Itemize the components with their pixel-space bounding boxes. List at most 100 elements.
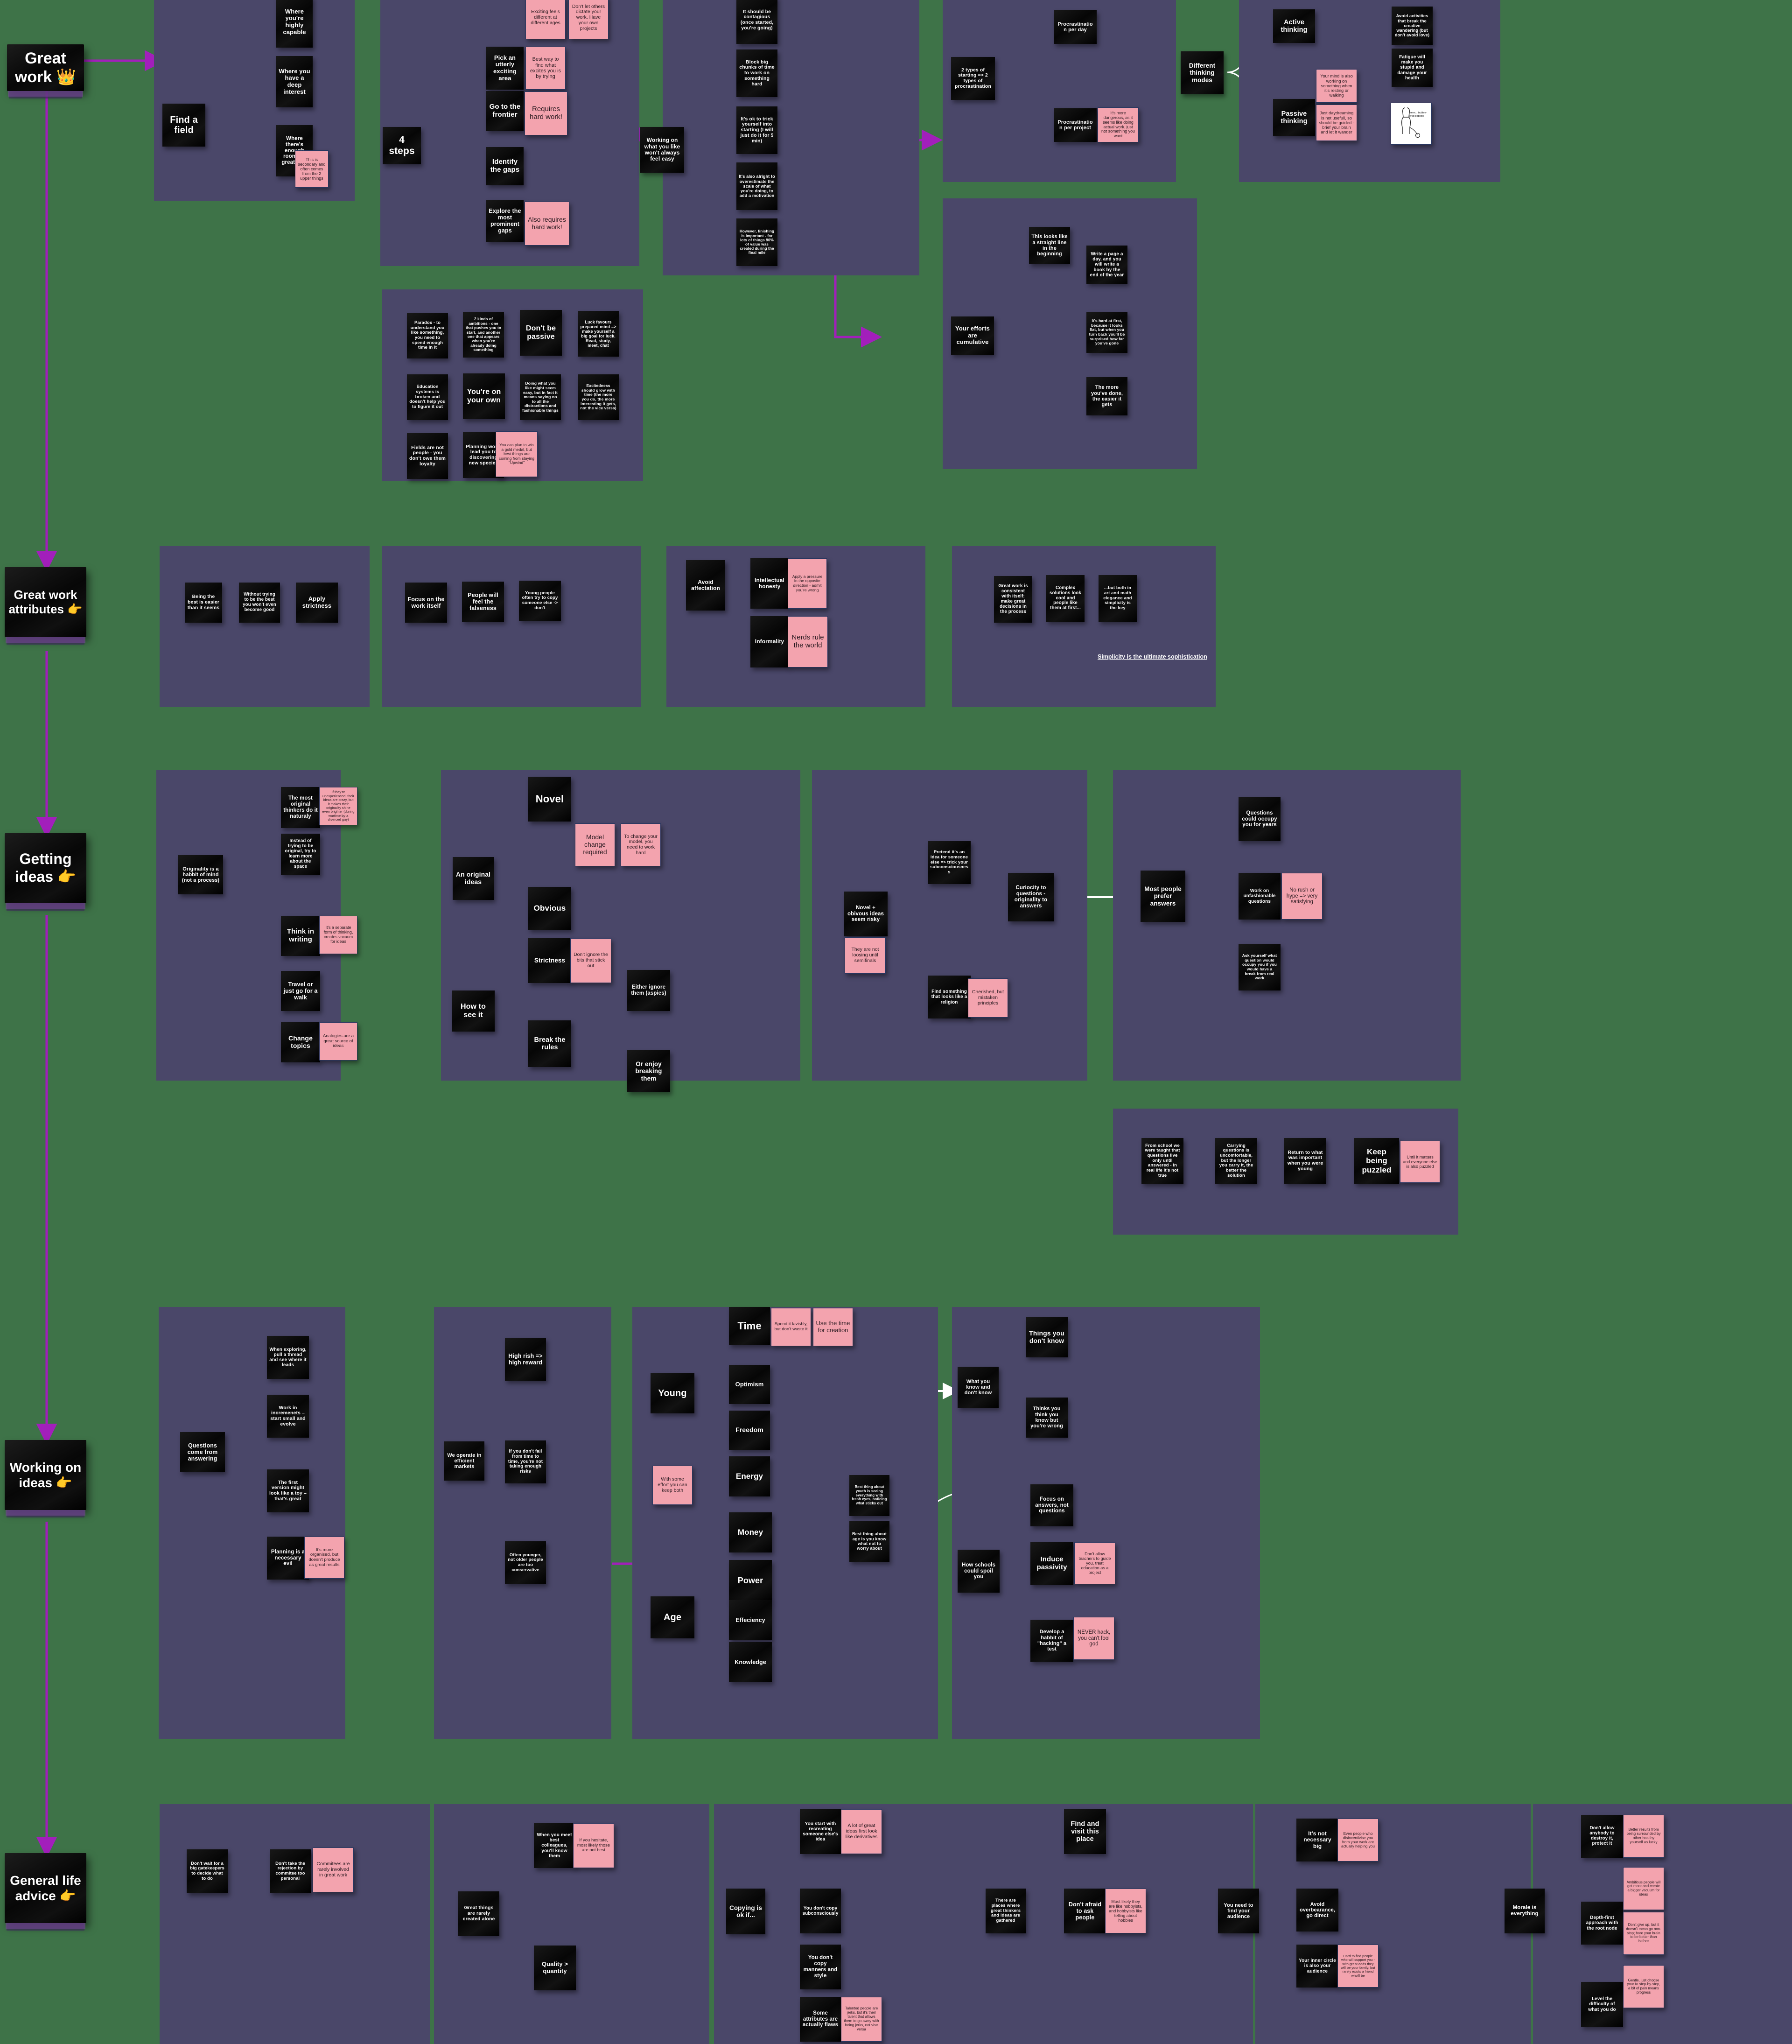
note-grid-dont-be-passive[interactable]: Don't be passive	[520, 310, 562, 356]
node-rarely-created-alone[interactable]: Great things are rarely created alone	[458, 1891, 499, 1936]
note-dont-ignore-bits[interactable]: Don't ignore the bits that stick out	[570, 938, 611, 983]
node-more-done-easier[interactable]: The more you've done, the easier it gets	[1086, 377, 1127, 415]
note-procrastination-dangerous[interactable]: It's more dangerous, as it seems like do…	[1098, 107, 1139, 142]
node-most-original-thinkers[interactable]: The most original thinkers do it natural…	[281, 787, 320, 828]
node-novel[interactable]: Novel	[528, 777, 571, 822]
note-time-for-creation[interactable]: Use the time for creation	[813, 1308, 853, 1346]
spine-node-great-work[interactable]: Great work 👑	[7, 44, 84, 91]
note-spend-lavishly[interactable]: Spend it lavishly, but don't waste it	[771, 1308, 811, 1346]
node-curiosity-to-questions[interactable]: Curiocity to questions - originality to …	[1008, 873, 1054, 921]
note-commitees-rarely-involved[interactable]: Commitees are rarely involved in great w…	[313, 1847, 354, 1892]
note-hard-to-find-supporters[interactable]: Hard to find people who will support you…	[1337, 1945, 1379, 1988]
node-age-effeciency[interactable]: Effeciency	[729, 1600, 772, 1640]
note-great-work-consistent[interactable]: Great work is consistent with itself: ma…	[994, 576, 1032, 623]
note-talented-jerks[interactable]: Talented people are jerks, but it's thei…	[841, 1997, 882, 2042]
note-model-change-required[interactable]: Model change required	[575, 823, 615, 866]
note-apply-opposite-pressure[interactable]: Apply a pressure in the opposite directi…	[788, 558, 827, 609]
node-obvious[interactable]: Obvious	[528, 887, 571, 930]
node-overestimate-scale[interactable]: It's also alright to overestimate the sc…	[736, 162, 777, 210]
node-strictness[interactable]: Strictness	[528, 938, 571, 983]
node-morale-is-everything[interactable]: Morale is everything	[1505, 1889, 1545, 1933]
note-rejection-not-personal[interactable]: Don't take the rejection by commitee too…	[270, 1849, 311, 1893]
note-attr-focus-on-work[interactable]: Focus on the work itself	[405, 583, 447, 623]
note-unexperienced-crazy[interactable]: If they're unexperienced, their ideas ar…	[319, 787, 357, 825]
note-dont-wait-gatekeepers[interactable]: Don't wait for a big gatekeepers to deci…	[187, 1849, 228, 1893]
node-young-freedom[interactable]: Freedom	[729, 1411, 770, 1450]
note-no-rush-or-hype[interactable]: No rush or hype => very satisfying	[1281, 873, 1323, 920]
note-dont-give-up[interactable]: Don't give up, but it doesn't mean go no…	[1623, 1912, 1664, 1955]
note-education-as-project[interactable]: Don't allow teachers to guide you, treat…	[1074, 1542, 1115, 1584]
note-daydreaming-guided[interactable]: Just daydreaming is not usefull, so shou…	[1316, 105, 1357, 141]
node-things-you-dont-know[interactable]: Things you don't know	[1026, 1317, 1068, 1357]
node-age-power[interactable]: Power	[729, 1560, 772, 1601]
note-grid-excitedness[interactable]: Excitedness should grow with time (the m…	[578, 374, 619, 420]
node-step-gaps[interactable]: Identify the gaps	[486, 147, 524, 185]
node-step-exciting-area[interactable]: Pick an utterly exciting area	[486, 47, 524, 90]
node-high-risk-high-reward[interactable]: High rish => high reward	[505, 1338, 546, 1381]
node-two-types-starting[interactable]: 2 types of starting => 2 types of procra…	[951, 57, 995, 100]
node-recreate-others-idea[interactable]: You start with recreating someone else's…	[800, 1809, 841, 1854]
spine-node-getting-ideas[interactable]: Getting ideas 👉	[5, 833, 86, 903]
node-induce-passivity[interactable]: Induce passivity	[1030, 1542, 1073, 1585]
note-return-to-young[interactable]: Return to what was important when you we…	[1284, 1138, 1326, 1184]
note-cherished-mistaken[interactable]: Cherished, but mistaken principles	[968, 978, 1008, 1018]
node-learn-more-about-space[interactable]: Instead of trying to be original, try to…	[281, 834, 320, 875]
node-younger-conservative[interactable]: Often younger, not older people are too …	[505, 1541, 546, 1584]
node-thinking-modes[interactable]: Different thinking modes	[1181, 51, 1224, 94]
note-until-it-matters[interactable]: Until it matters and everyone else is al…	[1400, 1141, 1440, 1183]
node-avoid-affectation[interactable]: Avoid affectation	[686, 560, 725, 611]
node-travel-or-walk[interactable]: Travel or just go for a walk	[281, 971, 320, 1011]
note-attr-apply-strictness[interactable]: Apply strictness	[296, 583, 338, 623]
node-passive-thinking[interactable]: Passive thinking	[1273, 99, 1315, 136]
node-intellectual-honesty[interactable]: Intellectual honesty	[750, 558, 789, 609]
node-protect-morale[interactable]: Don't allow anybody to destroy it, prote…	[1581, 1815, 1623, 1858]
node-finishing-important[interactable]: However, finishing is important - for lo…	[736, 218, 777, 266]
node-young-optimism[interactable]: Optimism	[729, 1365, 770, 1404]
note-ambitious-people-vacuum[interactable]: Ambitious people will get more and creat…	[1623, 1867, 1664, 1910]
note-great-ideas-look-derivative[interactable]: A lot of great ideas first look like der…	[841, 1809, 882, 1854]
node-find-visit-place[interactable]: Find and visit this place	[1064, 1809, 1106, 1854]
node-quality-over-quantity[interactable]: Quality > quantity	[534, 1946, 576, 1990]
node-4-steps[interactable]: 4 steps	[383, 127, 421, 164]
node-find-your-audience[interactable]: You need to find your audience	[1218, 1889, 1259, 1933]
note-exciting-ages[interactable]: Exciting feels different at different ag…	[525, 0, 566, 39]
note-best-thing-youth[interactable]: Best thing about youth is seeing everyth…	[849, 1475, 889, 1516]
node-efficient-markets[interactable]: We operate in efficient markets	[444, 1441, 484, 1481]
node-work-in-increments[interactable]: Work in incremenets – start small and ev…	[267, 1395, 309, 1438]
mindmap-canvas[interactable]: Great work 👑 Great work attributes 👉 Get…	[0, 0, 1792, 2044]
note-also-requires-hard-work[interactable]: Also requires hard work!	[525, 202, 569, 246]
node-procrastination-per-day[interactable]: Procrastination per day	[1054, 10, 1097, 44]
node-field-interest[interactable]: Where you have a deep interest	[276, 56, 313, 107]
node-hard-at-first[interactable]: It's hard at first, because it looks fla…	[1086, 312, 1127, 353]
note-grid-saying-no[interactable]: Doing what you like might seem easy, but…	[520, 374, 561, 420]
node-pretend-someone-else[interactable]: Pretend it's an idea for someone else =>…	[928, 841, 971, 884]
note-best-thing-age[interactable]: Best thing about age is you know what no…	[849, 1521, 889, 1562]
note-not-loosing-until-semifinals[interactable]: They are not loosing until semifinals	[845, 937, 886, 974]
sketch-bubble-wrap[interactable]: mmm... bubble-wrap popping	[1391, 103, 1432, 145]
node-pull-a-thread[interactable]: When exploring, pull a thread and see wh…	[267, 1336, 309, 1379]
node-field-capable[interactable]: Where you're highly capable	[276, 0, 313, 48]
node-change-topics[interactable]: Change topics	[281, 1022, 320, 1062]
node-age-knowledge[interactable]: Knowledge	[729, 1642, 772, 1682]
node-first-version-toy[interactable]: The first version might look like a toy …	[267, 1469, 309, 1512]
note-fatigue[interactable]: Fatigue will make you stupid and damage …	[1392, 49, 1433, 87]
node-informality[interactable]: Informality	[750, 616, 789, 667]
note-mind-working-resting[interactable]: Your mind is also working on something w…	[1316, 69, 1357, 103]
node-if-you-dont-fail[interactable]: If you don't fail from time to time, you…	[505, 1440, 546, 1483]
note-better-results-healthy[interactable]: Better results from being surrounded by …	[1623, 1815, 1664, 1858]
note-attr-being-best[interactable]: Being the best is easier than it seems	[185, 583, 222, 623]
node-dont-copy-subconsciously[interactable]: You don't copy subconsciously	[800, 1889, 841, 1933]
note-grid-on-your-own[interactable]: You're on your own	[463, 373, 505, 419]
note-attr-feel-falseness[interactable]: People will feel the falseness	[462, 582, 504, 622]
node-how-schools-spoil[interactable]: How schools could spoil you	[958, 1550, 1000, 1593]
node-think-you-know-wrong[interactable]: Thinks you think you know but you're wro…	[1026, 1398, 1068, 1438]
node-focus-answers-not-questions[interactable]: Focus on answers, not questions	[1030, 1484, 1073, 1526]
node-depth-first-approach[interactable]: Depth-first approach with the root node	[1581, 1902, 1623, 1945]
note-grid-fields-not-people[interactable]: Fields are not people - you don't owe th…	[407, 433, 448, 479]
node-unfashionable-questions[interactable]: Work on unfashionable questions	[1239, 873, 1281, 920]
note-field-secondary[interactable]: This is secondary and often comes from t…	[295, 150, 329, 188]
node-block-chunks[interactable]: Block big chunks of time to work on some…	[736, 49, 777, 97]
note-elegance-simplicity[interactable]: ...but both in art and math elegance and…	[1099, 575, 1137, 622]
node-think-in-writing[interactable]: Think in writing	[281, 916, 320, 956]
node-hacking-a-test[interactable]: Develop a habbit of "hacking" a test	[1030, 1620, 1073, 1662]
